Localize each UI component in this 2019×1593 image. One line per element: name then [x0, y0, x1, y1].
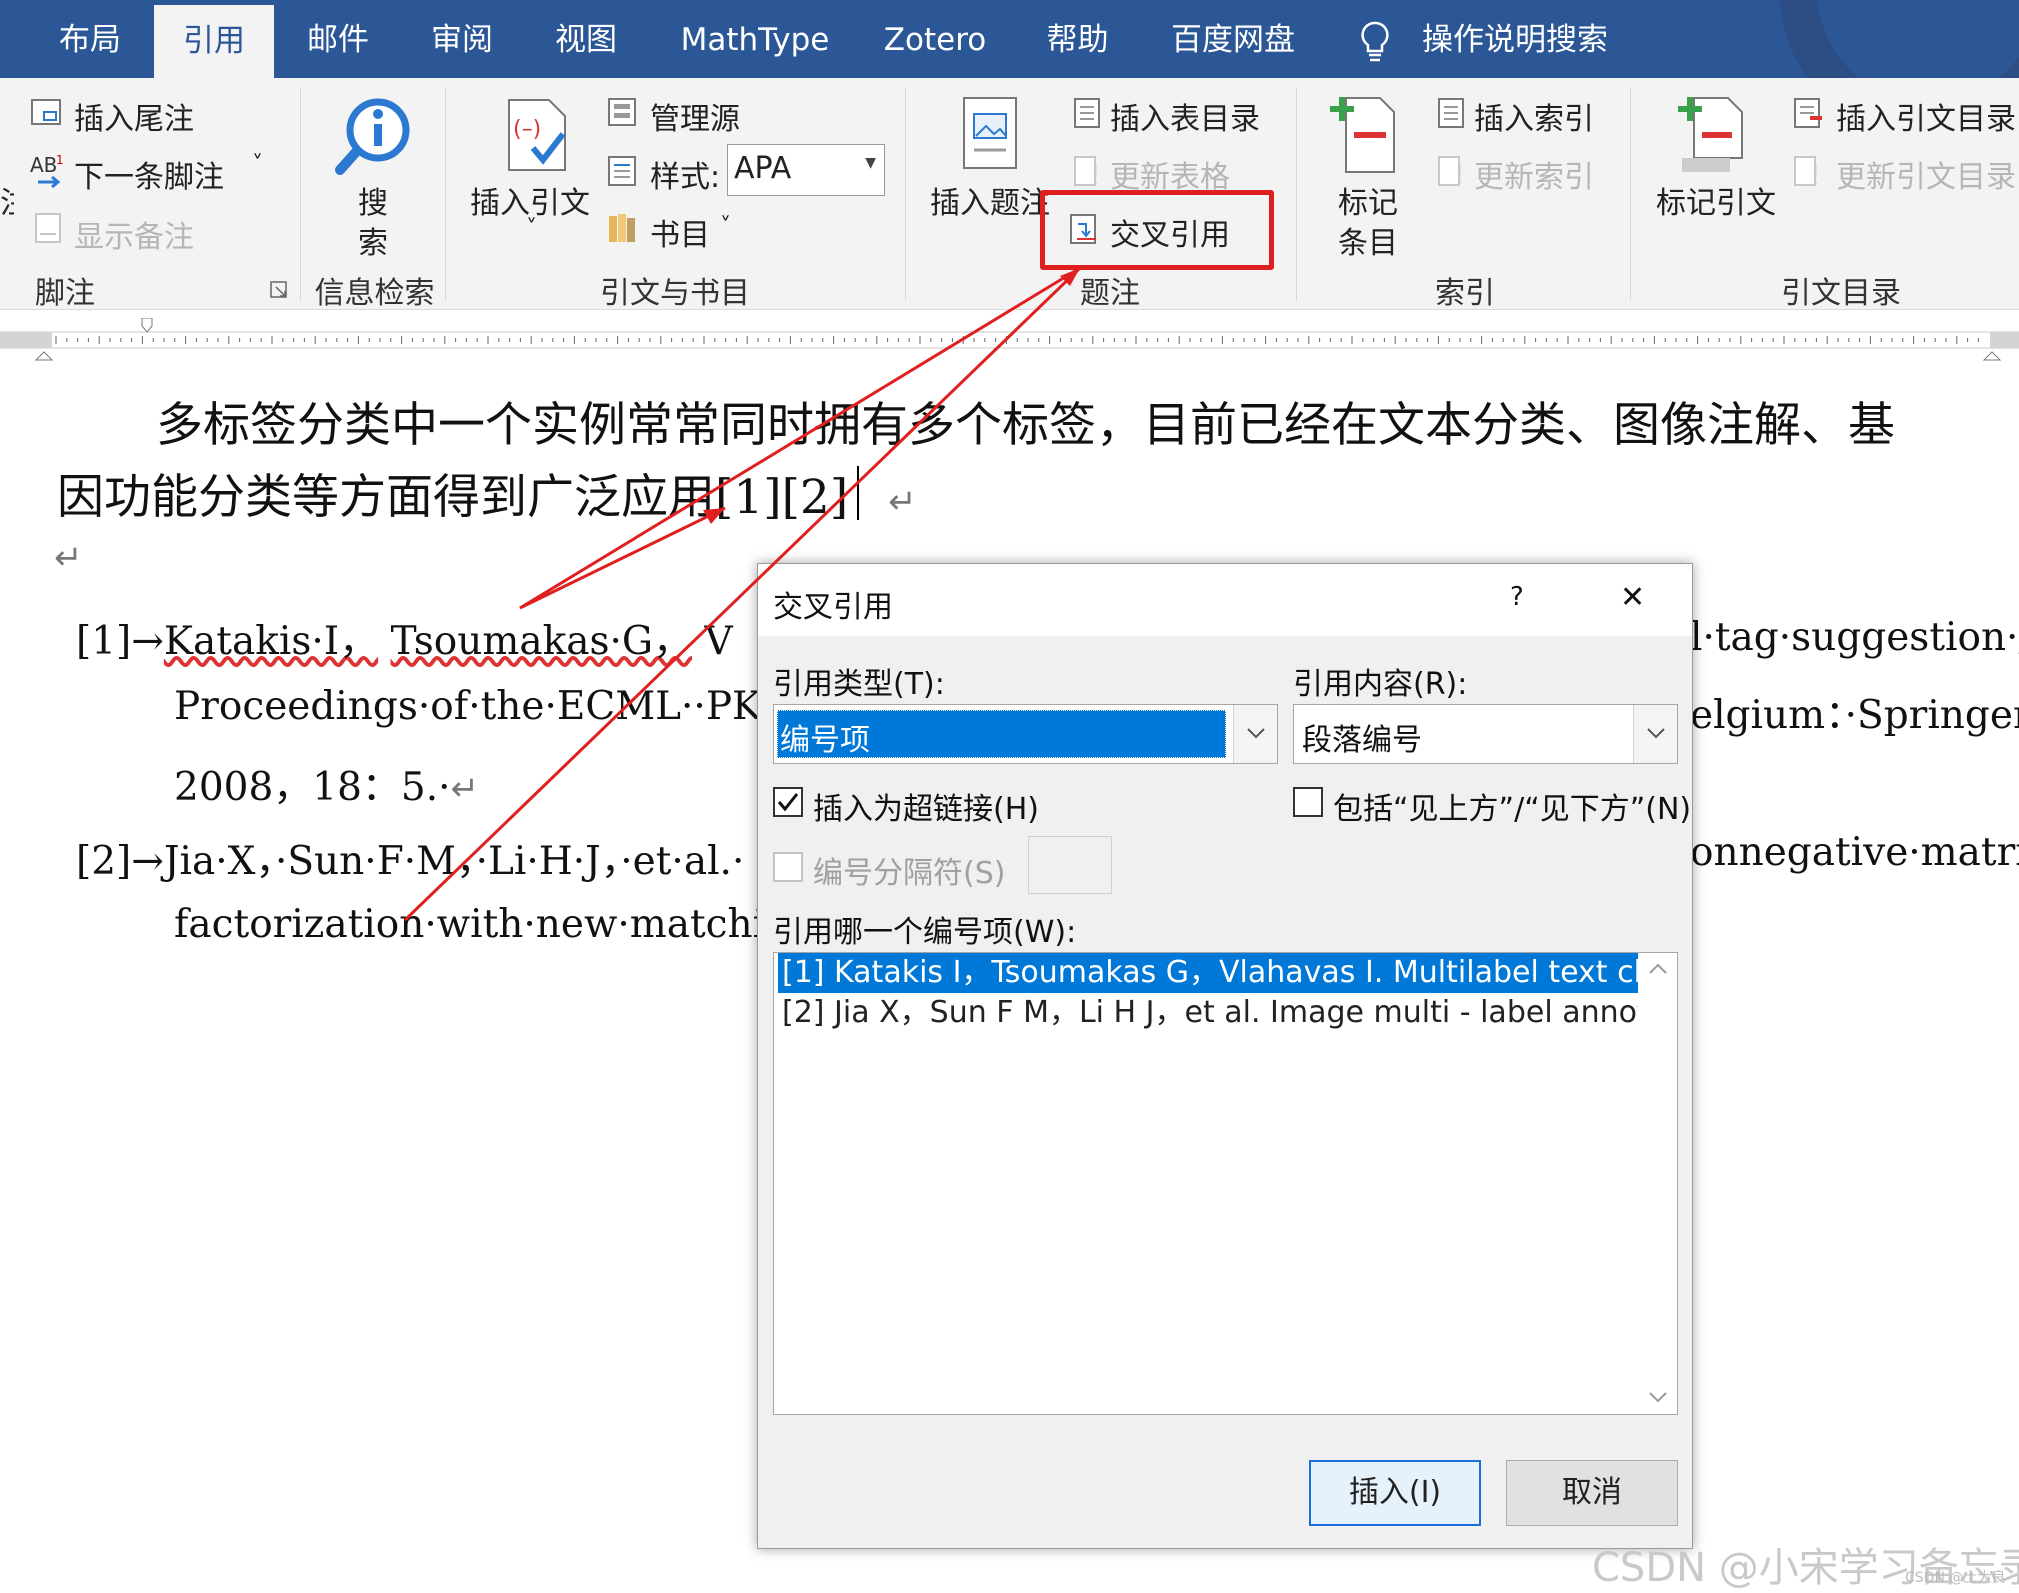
watermark-small: CSDN @土大良: [1905, 1570, 2006, 1586]
annotation-line-1: [519, 266, 1081, 610]
annotation-line-3: [403, 266, 1082, 922]
annotation-line-2: [519, 506, 726, 610]
annotation-arrows: [403, 266, 1082, 922]
